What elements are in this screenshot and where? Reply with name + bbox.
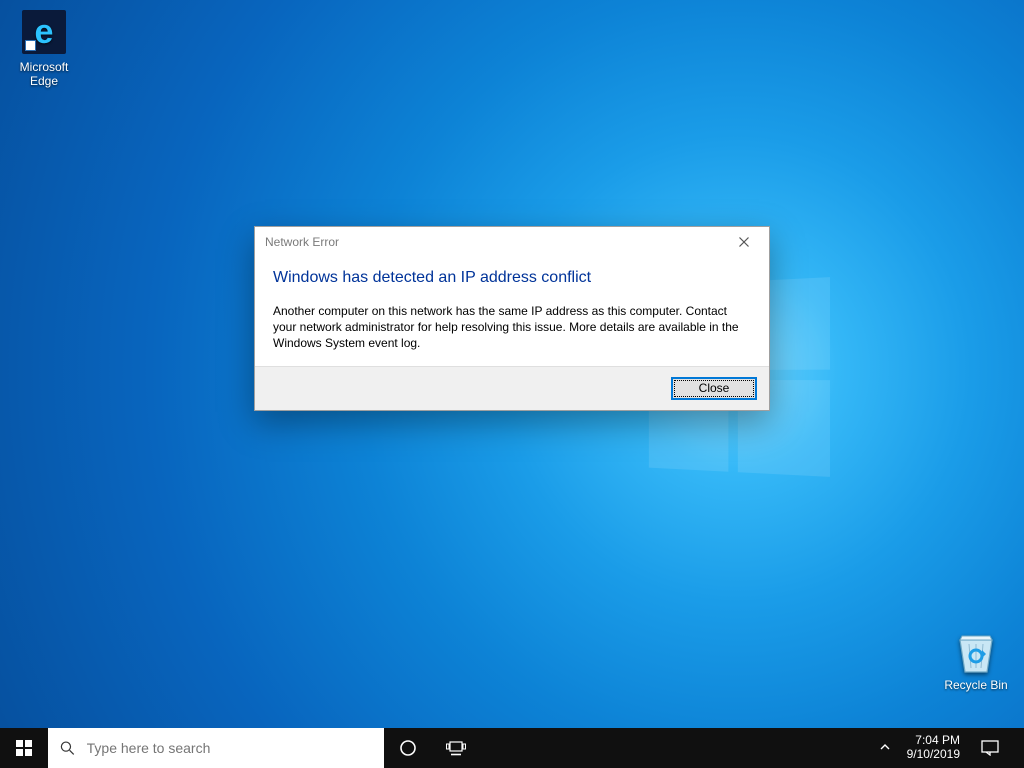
chevron-up-icon bbox=[880, 742, 890, 752]
network-error-dialog: Network Error Windows has detected an IP… bbox=[254, 226, 770, 411]
taskbar-search[interactable] bbox=[48, 728, 384, 768]
search-input[interactable] bbox=[87, 740, 372, 756]
close-button[interactable]: Close bbox=[671, 377, 757, 400]
clock-date: 9/10/2019 bbox=[907, 748, 960, 762]
dialog-close-button[interactable] bbox=[721, 228, 767, 256]
task-view-icon bbox=[446, 740, 466, 756]
dialog-footer: Close bbox=[255, 366, 769, 410]
cortana-button[interactable] bbox=[384, 728, 432, 768]
start-button[interactable] bbox=[0, 728, 48, 768]
desktop-icon-microsoft-edge[interactable]: e Microsoft Edge bbox=[6, 8, 82, 88]
dialog-titlebar[interactable]: Network Error bbox=[255, 227, 769, 257]
desktop-icon-recycle-bin[interactable]: Recycle Bin bbox=[938, 626, 1014, 692]
task-view-button[interactable] bbox=[432, 728, 480, 768]
tray-overflow-button[interactable] bbox=[871, 742, 899, 755]
edge-icon: e bbox=[20, 8, 68, 56]
search-icon bbox=[60, 740, 75, 756]
taskbar-clock[interactable]: 7:04 PM 9/10/2019 bbox=[899, 734, 968, 762]
cortana-icon bbox=[399, 739, 417, 757]
action-center-button[interactable] bbox=[968, 740, 1012, 756]
dialog-message: Another computer on this network has the… bbox=[273, 303, 751, 352]
windows-logo-icon bbox=[16, 740, 32, 756]
desktop-icon-label: Microsoft Edge bbox=[6, 60, 82, 88]
recycle-bin-icon bbox=[952, 626, 1000, 674]
close-icon bbox=[739, 237, 749, 247]
taskbar: 7:04 PM 9/10/2019 bbox=[0, 728, 1024, 768]
notification-icon bbox=[981, 740, 999, 756]
system-tray: 7:04 PM 9/10/2019 bbox=[865, 728, 1024, 768]
desktop-icon-label: Recycle Bin bbox=[938, 678, 1014, 692]
dialog-headline: Windows has detected an IP address confl… bbox=[273, 269, 751, 287]
clock-time: 7:04 PM bbox=[907, 734, 960, 748]
desktop[interactable]: e Microsoft Edge Recycle Bin Network Err… bbox=[0, 0, 1024, 768]
dialog-title: Network Error bbox=[265, 235, 339, 249]
